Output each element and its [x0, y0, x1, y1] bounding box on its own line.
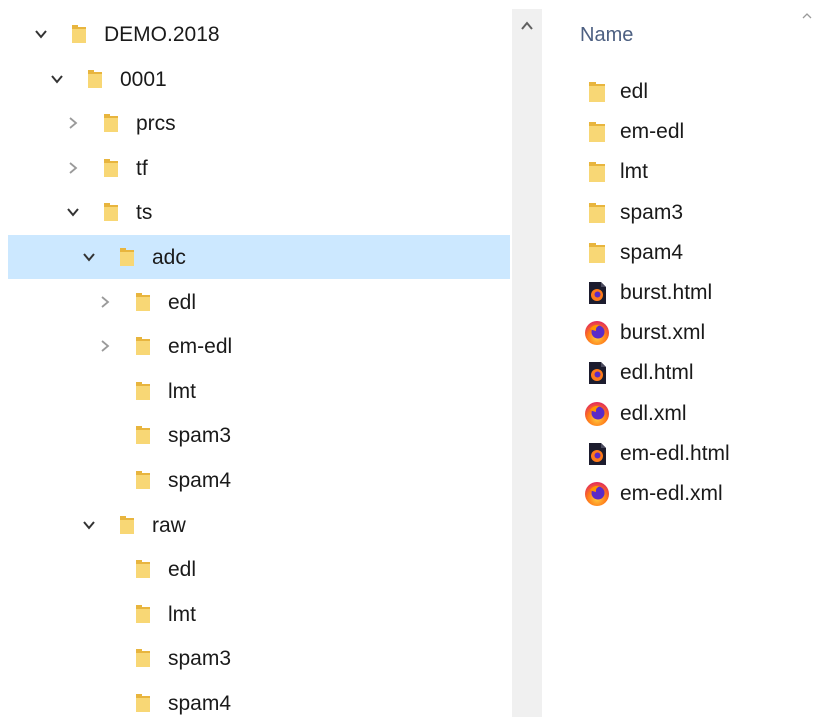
- chevron-down-icon[interactable]: [81, 517, 97, 533]
- tree-item-label: adc: [152, 246, 186, 269]
- firefox-html-icon: [584, 280, 610, 306]
- folder-icon: [118, 246, 136, 268]
- file-name: edl.html: [620, 361, 694, 385]
- tree-item-lmt[interactable]: lmt: [8, 369, 510, 413]
- tree-item-label: DEMO.2018: [104, 23, 220, 46]
- tree-item-label: em-edl: [168, 335, 233, 359]
- firefox-html-icon: [584, 441, 610, 467]
- file-item-em-edl.html[interactable]: em-edl.html: [543, 434, 814, 474]
- file-item-edl[interactable]: edl: [543, 72, 814, 112]
- folder-icon: [584, 200, 610, 226]
- file-item-spam4[interactable]: spam4: [543, 233, 814, 273]
- tree-item-label: spam4: [168, 692, 232, 715]
- file-name: lmt: [620, 160, 648, 184]
- tree-item-label: prcs: [136, 112, 176, 136]
- file-name: burst.html: [620, 281, 713, 304]
- tree-item-label: spam3: [168, 424, 232, 448]
- tree-item-label: raw: [152, 513, 186, 537]
- tree-item-lmt[interactable]: lmt: [8, 592, 510, 636]
- tree-scrollbar[interactable]: [512, 9, 542, 717]
- folder-icon: [118, 514, 136, 536]
- file-name: em-edl.html: [620, 441, 730, 465]
- tree-item-prcs[interactable]: prcs: [8, 101, 510, 145]
- folder-icon: [102, 112, 120, 134]
- chevron-down-icon[interactable]: [33, 26, 49, 42]
- file-item-spam3[interactable]: spam3: [543, 193, 814, 233]
- navigation-tree: DEMO.2018 0001 prcs tf ts adc edl em-edl lmt spam…: [0, 0, 510, 717]
- file-name: spam3: [620, 200, 684, 224]
- file-item-em-edl.xml[interactable]: em-edl.xml: [543, 474, 814, 514]
- file-item-lmt[interactable]: lmt: [543, 152, 814, 192]
- folder-icon: [134, 603, 152, 625]
- folder-icon: [584, 240, 610, 266]
- file-name: burst.xml: [620, 321, 706, 345]
- chevron-right-icon[interactable]: [65, 115, 81, 131]
- folder-icon: [134, 424, 152, 446]
- caret-up-icon: [801, 8, 813, 19]
- folder-icon: [584, 79, 610, 105]
- tree-item-spam4[interactable]: spam4: [8, 458, 510, 502]
- folder-icon: [70, 23, 88, 45]
- tree-item-ts[interactable]: ts: [8, 190, 510, 234]
- file-name: em-edl.xml: [620, 482, 723, 505]
- firefox-html-icon: [584, 360, 610, 386]
- chevron-right-icon[interactable]: [65, 160, 81, 176]
- file-item-em-edl[interactable]: em-edl: [543, 112, 814, 152]
- file-name: spam4: [620, 240, 684, 264]
- scroll-up-icon[interactable]: [519, 19, 535, 33]
- file-name: edl: [620, 80, 649, 103]
- folder-icon: [134, 692, 152, 714]
- tree-item-label: ts: [136, 201, 153, 225]
- chevron-down-icon[interactable]: [65, 204, 81, 220]
- folder-icon: [584, 119, 610, 145]
- tree-item-raw[interactable]: raw: [8, 503, 510, 547]
- column-header-name[interactable]: Name: [580, 22, 633, 48]
- firefox-icon: [584, 481, 610, 507]
- firefox-icon: [584, 320, 610, 346]
- tree-item-edl[interactable]: edl: [8, 547, 510, 591]
- tree-item-adc[interactable]: adc: [8, 235, 510, 279]
- tree-item-spam3[interactable]: spam3: [8, 413, 510, 457]
- file-name: em-edl: [620, 120, 685, 144]
- folder-icon: [102, 157, 120, 179]
- folder-icon: [134, 558, 152, 580]
- tree-item-spam3[interactable]: spam3: [8, 636, 510, 680]
- folder-icon: [584, 159, 610, 185]
- tree-item-edl[interactable]: edl: [8, 280, 510, 324]
- folder-icon: [134, 335, 152, 357]
- folder-icon: [134, 380, 152, 402]
- folder-icon: [134, 647, 152, 669]
- folder-icon: [86, 68, 104, 90]
- tree-item-label: edl: [168, 558, 197, 582]
- tree-item-label: lmt: [168, 379, 196, 403]
- file-item-burst.html[interactable]: burst.html: [543, 273, 814, 313]
- tree-item-tf[interactable]: tf: [8, 146, 510, 190]
- tree-item-label: 0001: [120, 67, 167, 91]
- chevron-right-icon[interactable]: [97, 294, 113, 310]
- tree-item-0001[interactable]: 0001: [8, 57, 510, 101]
- file-item-edl.xml[interactable]: edl.xml: [543, 394, 814, 434]
- tree-item-label: tf: [136, 156, 148, 180]
- folder-icon: [102, 201, 120, 223]
- tree-item-label: spam3: [168, 647, 232, 671]
- tree-item-DEMO.2018[interactable]: DEMO.2018: [8, 12, 510, 56]
- tree-item-em-edl[interactable]: em-edl: [8, 324, 510, 368]
- chevron-right-icon[interactable]: [97, 338, 113, 354]
- folder-icon: [134, 291, 152, 313]
- file-name: edl.xml: [620, 401, 687, 425]
- file-item-burst.xml[interactable]: burst.xml: [543, 313, 814, 353]
- chevron-down-icon[interactable]: [49, 71, 65, 87]
- folder-icon: [134, 469, 152, 491]
- tree-item-label: lmt: [168, 602, 196, 626]
- tree-item-spam4[interactable]: spam4: [8, 681, 510, 725]
- chevron-down-icon[interactable]: [81, 249, 97, 265]
- tree-item-label: edl: [168, 290, 197, 314]
- firefox-icon: [584, 401, 610, 427]
- tree-item-label: spam4: [168, 469, 232, 492]
- file-item-edl.html[interactable]: edl.html: [543, 353, 814, 393]
- file-list: Name edl em-edl lmt spam3 spam4 burst.html bur…: [543, 0, 814, 717]
